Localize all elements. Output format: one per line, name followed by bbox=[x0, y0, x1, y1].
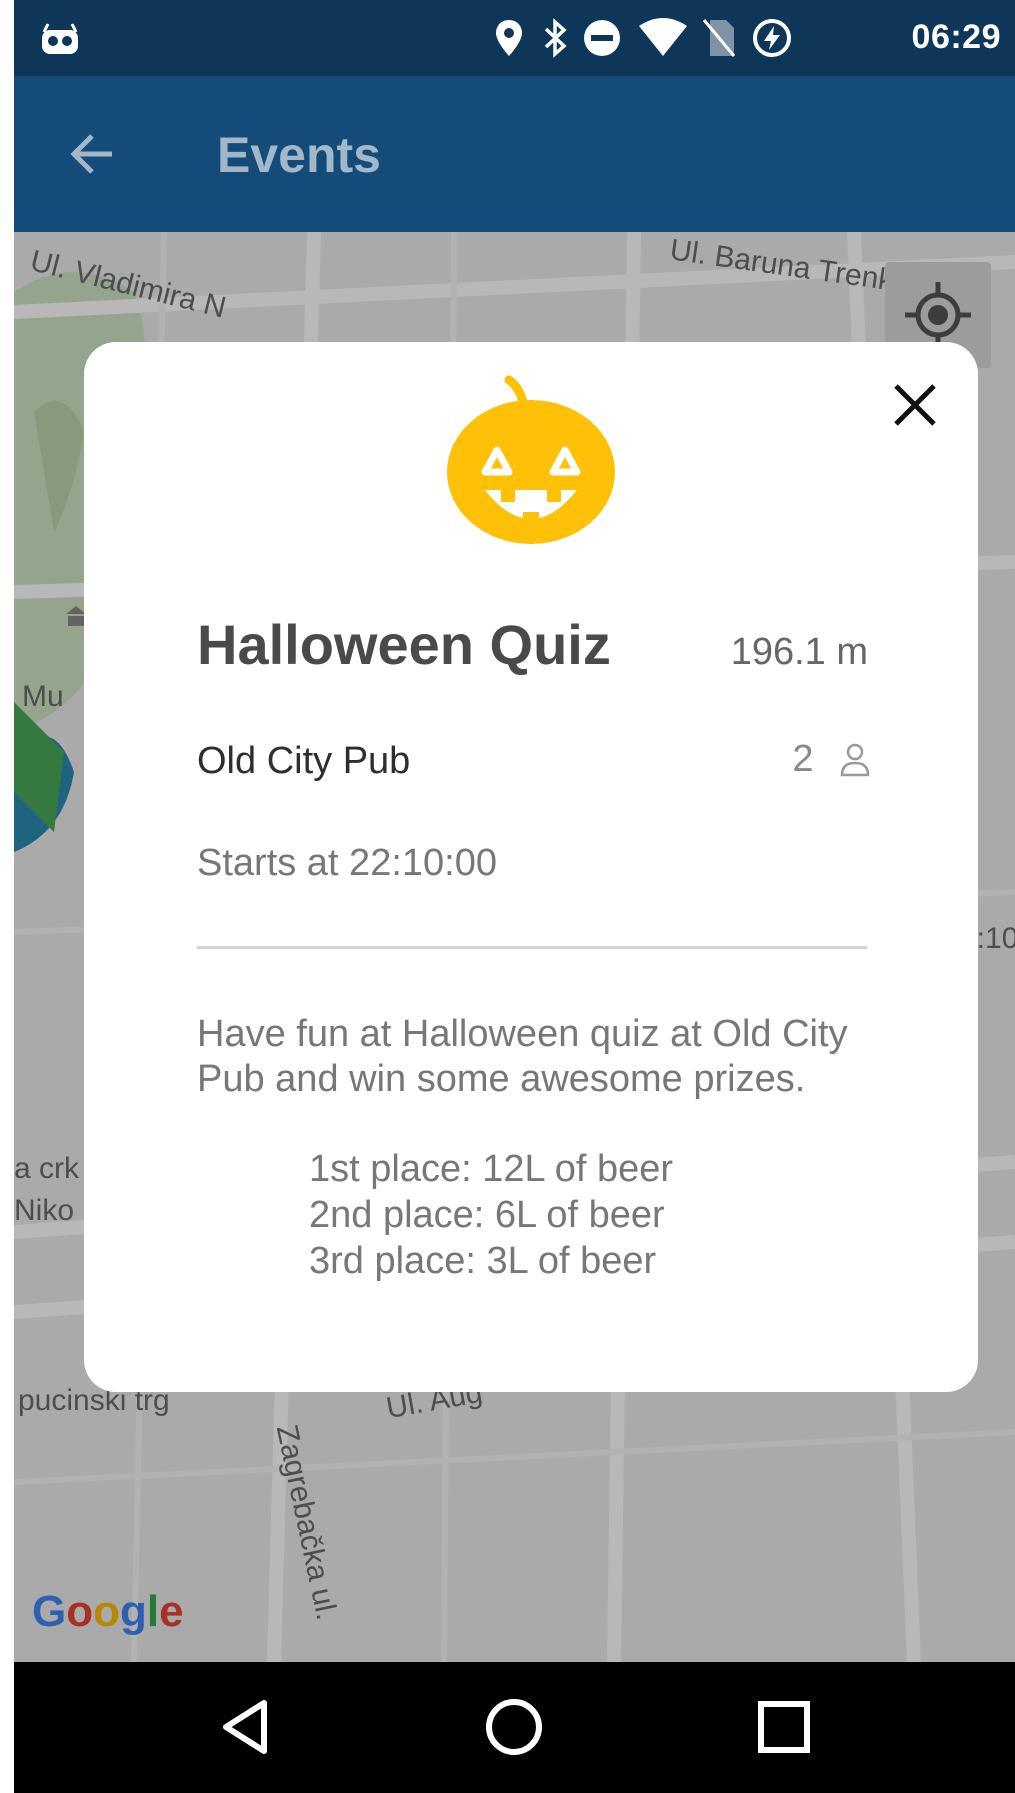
phone-screen: 06:29 Events Ul. Baruna Trenka Ul. Vladi… bbox=[14, 0, 1015, 1793]
event-venue: Old City Pub bbox=[197, 740, 411, 782]
person-icon bbox=[840, 743, 870, 776]
battery-charging-icon bbox=[753, 19, 791, 57]
event-dialog: Halloween Quiz 196.1 m Old City Pub 2 St… bbox=[84, 342, 978, 1392]
close-icon[interactable] bbox=[888, 378, 942, 432]
attendee-count: 2 bbox=[792, 738, 814, 780]
app-bar: Events bbox=[14, 76, 1015, 232]
wifi-icon bbox=[639, 18, 687, 56]
android-debug-icon bbox=[42, 23, 78, 54]
prize-item: 3rd place: 3L of beer bbox=[309, 1240, 657, 1282]
nav-home-icon[interactable] bbox=[482, 1695, 546, 1759]
attendee-count-row: 2 bbox=[792, 738, 870, 782]
event-distance: 196.1 m bbox=[730, 631, 868, 673]
event-title: Halloween Quiz bbox=[197, 613, 611, 676]
page-title: Events bbox=[217, 127, 381, 183]
bluetooth-icon bbox=[544, 18, 567, 58]
prize-list: 1st place: 12L of beer 2nd place: 6L of … bbox=[309, 1146, 673, 1284]
nav-back-icon[interactable] bbox=[214, 1695, 278, 1759]
event-description: Have fun at Halloween quiz at Old City P… bbox=[197, 1013, 848, 1100]
event-start-time: Starts at 22:10:00 bbox=[197, 842, 497, 884]
clock: 06:29 bbox=[911, 18, 1001, 56]
pumpkin-icon bbox=[447, 375, 615, 544]
location-pin-icon bbox=[496, 20, 522, 56]
do-not-disturb-icon bbox=[584, 20, 620, 56]
prize-item: 1st place: 12L of beer bbox=[309, 1148, 674, 1190]
no-sim-icon bbox=[702, 19, 736, 57]
divider bbox=[197, 946, 867, 949]
nav-recents-icon[interactable] bbox=[752, 1695, 816, 1759]
status-bar: 06:29 bbox=[14, 0, 1015, 76]
prize-item: 2nd place: 6L of beer bbox=[309, 1194, 665, 1236]
navigation-bar bbox=[14, 1662, 1015, 1793]
arrow-back-icon[interactable] bbox=[64, 124, 124, 184]
